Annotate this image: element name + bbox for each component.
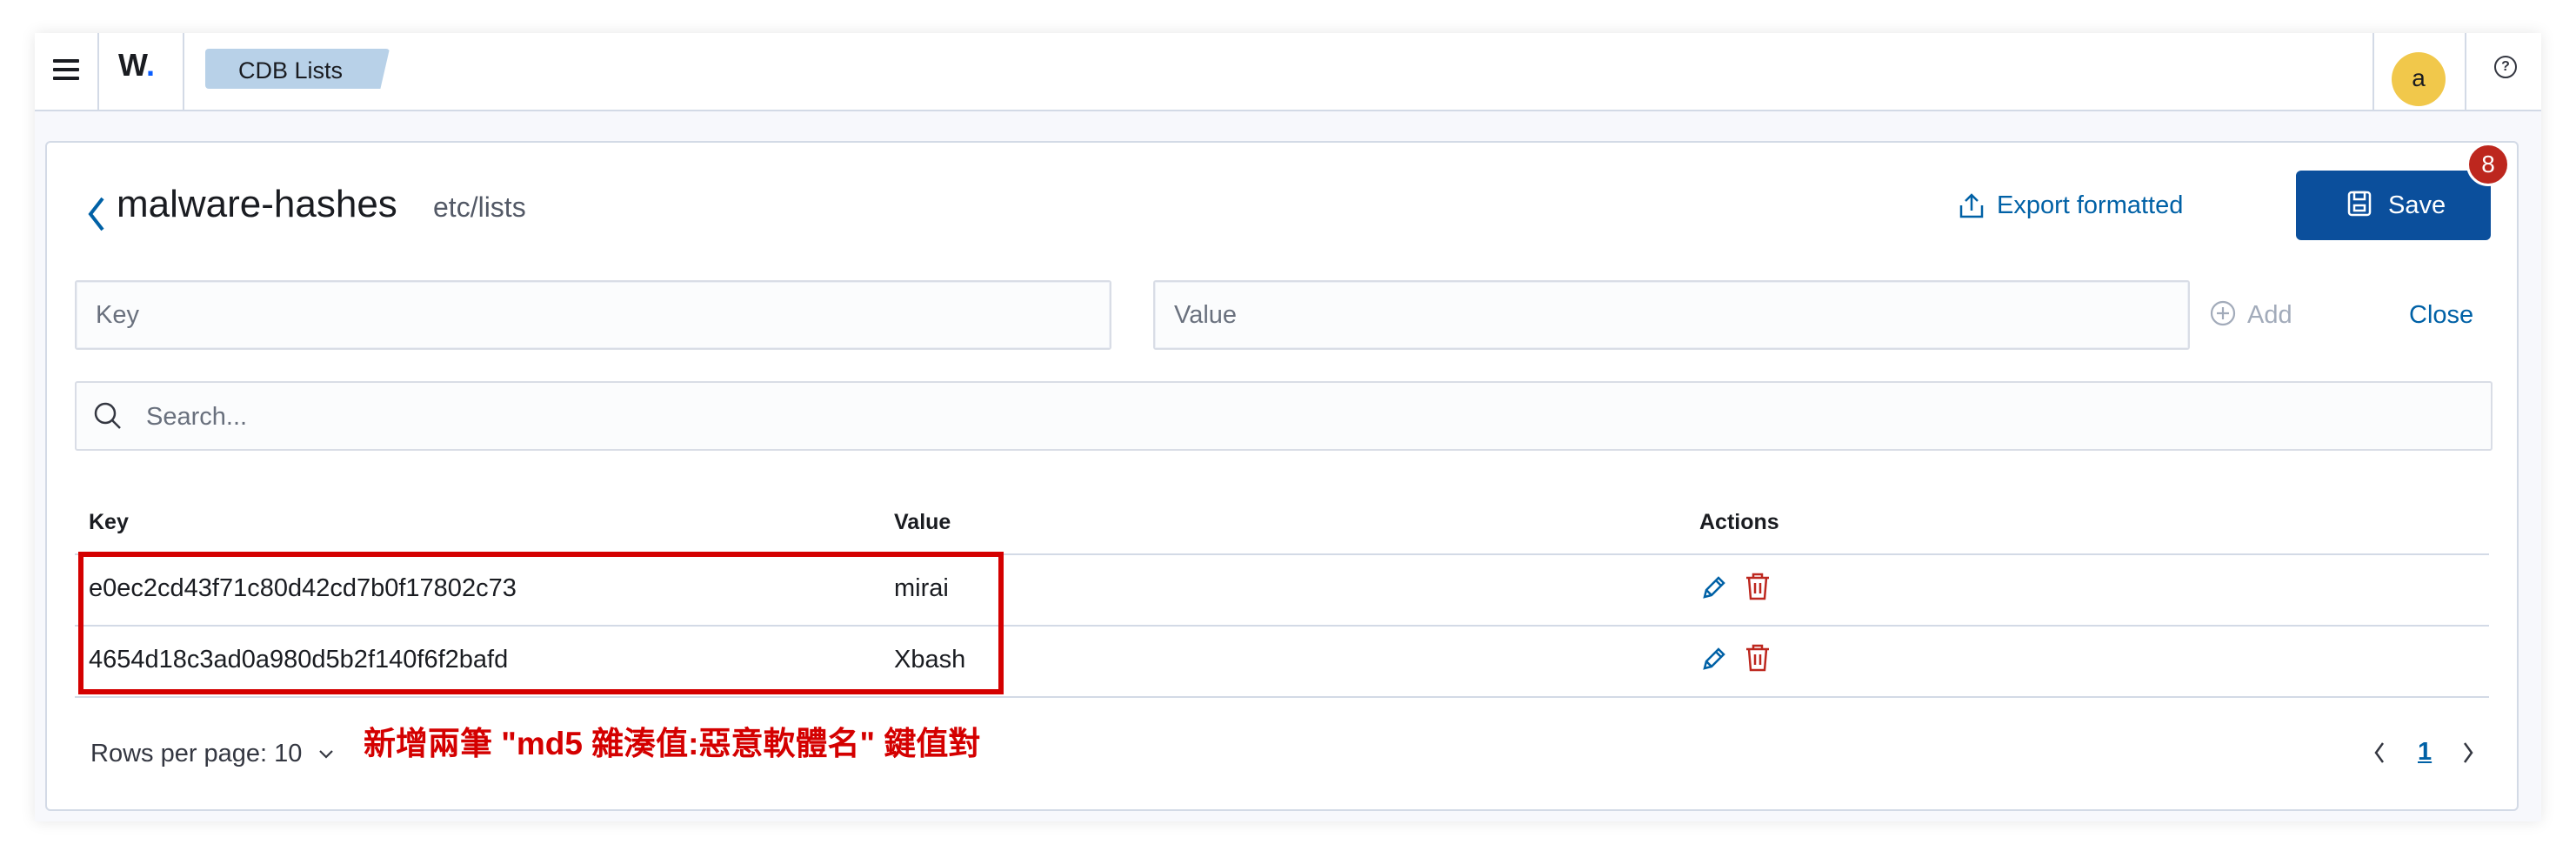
back-chevron-icon[interactable] [87,195,106,239]
user-avatar[interactable]: a [2392,52,2446,106]
chevron-down-icon [319,750,334,759]
annotation-note: 新增兩筆 "md5 雜湊值:惡意軟體名" 鍵值對 [364,726,981,761]
save-icon [2347,191,2372,217]
wazuh-logo[interactable]: W. [118,47,155,84]
rows-per-page-selector[interactable]: Rows per page: 10 [90,740,334,768]
edit-pencil-icon[interactable] [1699,644,1729,678]
header-divider [97,33,99,110]
export-formatted-button[interactable]: Export formatted [1959,191,2183,220]
value-field[interactable] [1153,280,2190,350]
key-field[interactable] [75,280,1111,350]
page-number-button[interactable]: 1 [2418,738,2432,767]
column-header-key[interactable]: Key [89,510,129,535]
delete-trash-icon[interactable] [1743,571,1772,607]
next-page-chevron-icon[interactable] [2461,740,2475,770]
header-divider [2465,33,2466,110]
cdb-list-editor-panel: malware-hashes etc/lists Export formatte… [45,141,2519,811]
export-icon [1959,193,1984,218]
list-title: malware-hashes [117,183,397,225]
hamburger-menu-icon[interactable] [43,52,83,90]
search-input[interactable] [144,383,2409,451]
edit-pencil-icon[interactable] [1699,573,1729,607]
top-header: W. CDB Lists a ? [35,33,2541,111]
help-icon[interactable]: ? [2494,56,2517,78]
list-path: etc/lists [433,191,526,223]
key-input[interactable] [77,282,1110,348]
value-input[interactable] [1155,282,2188,348]
plus-circle-icon [2210,300,2236,326]
highlight-box [78,552,1004,694]
previous-page-chevron-icon[interactable] [2372,740,2386,770]
add-button[interactable]: Add [2210,300,2292,330]
header-divider [2372,33,2374,110]
unsaved-changes-badge: 8 [2466,143,2510,186]
close-button[interactable]: Close [2409,301,2473,330]
search-icon [94,402,121,429]
table-divider [75,696,2489,698]
breadcrumb-cdb-lists[interactable]: CDB Lists [205,49,390,89]
column-header-value[interactable]: Value [894,510,951,535]
header-divider [183,33,184,110]
save-button[interactable]: Save [2296,171,2491,240]
search-bar[interactable] [75,381,2493,451]
column-header-actions: Actions [1699,510,1779,534]
delete-trash-icon[interactable] [1743,642,1772,678]
